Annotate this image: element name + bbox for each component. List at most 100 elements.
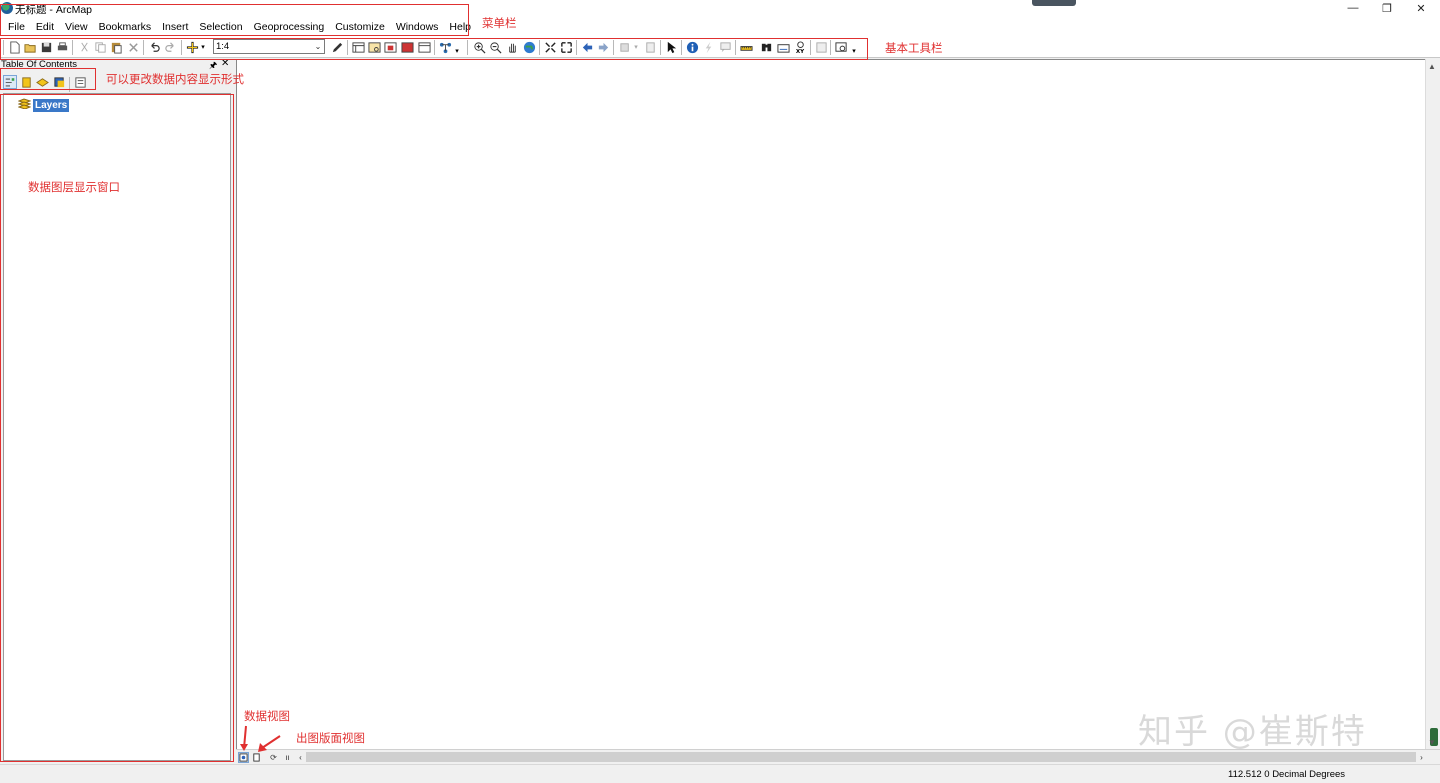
go-to-xy-icon[interactable]: XY bbox=[793, 40, 807, 54]
status-bar: 112.512 0 Decimal Degrees bbox=[0, 764, 1440, 783]
toolbar-separator bbox=[72, 40, 73, 55]
toc-close-icon[interactable]: ✕ bbox=[221, 58, 229, 69]
html-popup-icon[interactable] bbox=[718, 40, 732, 54]
menu-windows[interactable]: Windows bbox=[391, 17, 444, 37]
menu-view[interactable]: View bbox=[60, 17, 93, 37]
menu-edit[interactable]: Edit bbox=[31, 17, 59, 37]
arctoolbox-tools-icon[interactable] bbox=[438, 40, 452, 54]
chevron-down-icon[interactable]: ⌄ bbox=[313, 41, 323, 52]
undo-icon[interactable] bbox=[147, 40, 161, 54]
toolbar-separator bbox=[434, 40, 435, 55]
toolbar-separator bbox=[735, 40, 736, 55]
fixed-zoom-in-icon[interactable] bbox=[543, 40, 557, 54]
select-by-rectangle-icon[interactable] bbox=[618, 40, 632, 54]
toolbar-separator bbox=[143, 40, 144, 55]
add-data-dropdown-icon[interactable]: ▾ bbox=[199, 40, 207, 54]
search-window-icon[interactable] bbox=[367, 40, 381, 54]
menu-selection[interactable]: Selection bbox=[194, 17, 247, 37]
toolbar-separator bbox=[181, 40, 182, 55]
layers-icon bbox=[17, 98, 32, 112]
toolbar-separator bbox=[613, 40, 614, 55]
toolbar-separator bbox=[576, 40, 577, 55]
watermark: 知乎 @崔斯特 bbox=[1138, 712, 1367, 752]
close-button[interactable]: ✕ bbox=[1404, 0, 1438, 16]
forward-extent-icon[interactable] bbox=[596, 40, 610, 54]
scroll-up-icon[interactable]: ▲ bbox=[1428, 62, 1436, 71]
scroll-down-icon[interactable]: ▼ bbox=[1428, 738, 1436, 747]
delete-icon[interactable] bbox=[126, 40, 140, 54]
find-route-icon[interactable] bbox=[776, 40, 790, 54]
find-icon[interactable] bbox=[759, 40, 773, 54]
full-extent-icon[interactable] bbox=[522, 40, 536, 54]
cut-icon[interactable] bbox=[77, 40, 91, 54]
arcmap-app-icon bbox=[1, 2, 13, 14]
menu-customize[interactable]: Customize bbox=[330, 17, 390, 37]
create-viewer-icon[interactable] bbox=[834, 40, 848, 54]
menu-bookmarks[interactable]: Bookmarks bbox=[94, 17, 157, 37]
toolbar-options-icon[interactable]: ▾ bbox=[453, 44, 461, 58]
toc-toolbar-separator bbox=[69, 77, 70, 92]
redo-icon[interactable] bbox=[163, 40, 177, 54]
layers-data-frame[interactable]: Layers bbox=[17, 98, 70, 112]
arctoolbox-icon[interactable] bbox=[383, 40, 397, 54]
window-title: 无标题 - ArcMap bbox=[15, 4, 93, 16]
map-scale-combobox[interactable]: 1:4 ⌄ bbox=[213, 39, 325, 54]
toc-panel-annotation-label: 数据图层显示窗口 bbox=[28, 180, 120, 194]
menubar-annotation-label: 菜单栏 bbox=[482, 16, 517, 30]
back-extent-icon[interactable] bbox=[580, 40, 594, 54]
identify-icon[interactable] bbox=[685, 40, 699, 54]
editor-icon[interactable] bbox=[330, 40, 344, 54]
add-data-icon[interactable] bbox=[185, 40, 199, 54]
horizontal-scrollbar[interactable] bbox=[306, 752, 1416, 762]
vertical-scrollbar[interactable] bbox=[1425, 59, 1440, 749]
menu-help[interactable]: Help bbox=[444, 17, 476, 37]
toolbar-separator bbox=[660, 40, 661, 55]
toolbar-separator bbox=[830, 40, 831, 55]
toc-header: Table Of Contents 🖈 ✕ bbox=[0, 58, 234, 72]
data-view-annotation-label: 数据视图 bbox=[244, 709, 290, 723]
paste-icon[interactable] bbox=[109, 40, 123, 54]
menu-file[interactable]: File bbox=[3, 17, 30, 37]
clear-selection-icon[interactable] bbox=[643, 40, 657, 54]
list-by-source-icon[interactable] bbox=[19, 75, 33, 89]
map-display-area[interactable] bbox=[236, 59, 1425, 749]
select-elements-icon[interactable] bbox=[664, 40, 678, 54]
time-slider-icon[interactable] bbox=[814, 40, 828, 54]
toc-title: Table Of Contents bbox=[1, 59, 78, 70]
save-icon[interactable] bbox=[39, 40, 53, 54]
list-by-selection-icon[interactable] bbox=[52, 75, 66, 89]
pan-icon[interactable] bbox=[505, 40, 519, 54]
measure-icon[interactable] bbox=[739, 40, 753, 54]
standard-toolbar: ▾ 1:4 ⌄ ▾ ▾ XY ▾ bbox=[0, 37, 1440, 58]
fixed-zoom-out-icon[interactable] bbox=[559, 40, 573, 54]
scroll-right-icon[interactable]: › bbox=[1416, 752, 1427, 763]
toolbar-grip bbox=[3, 40, 4, 55]
menu-insert[interactable]: Insert bbox=[157, 17, 193, 37]
toolbar-annotation-label: 基本工具栏 bbox=[885, 41, 943, 55]
list-by-drawing-order-icon[interactable] bbox=[3, 75, 17, 89]
python-icon[interactable] bbox=[400, 40, 414, 54]
menu-bar: File Edit View Bookmarks Insert Selectio… bbox=[0, 17, 1440, 37]
open-folder-icon[interactable] bbox=[23, 40, 37, 54]
catalog-icon[interactable] bbox=[351, 40, 365, 54]
hyperlink-icon[interactable] bbox=[701, 40, 715, 54]
scroll-left-icon[interactable]: ‹ bbox=[295, 752, 306, 763]
print-icon[interactable] bbox=[55, 40, 69, 54]
zoom-in-icon[interactable] bbox=[472, 40, 486, 54]
restore-button[interactable]: ❐ bbox=[1370, 0, 1404, 16]
list-by-visibility-icon[interactable] bbox=[35, 75, 49, 89]
svg-text:XY: XY bbox=[795, 49, 804, 54]
select-dropdown-icon[interactable]: ▾ bbox=[632, 40, 640, 54]
model-builder-icon[interactable] bbox=[417, 40, 431, 54]
menu-geoprocessing[interactable]: Geoprocessing bbox=[249, 17, 330, 37]
copy-icon[interactable] bbox=[93, 40, 107, 54]
new-document-icon[interactable] bbox=[7, 40, 21, 54]
minimize-button[interactable]: — bbox=[1336, 0, 1370, 16]
toolbar-separator bbox=[467, 40, 468, 55]
toolbar-separator bbox=[539, 40, 540, 55]
layers-label[interactable]: Layers bbox=[33, 98, 70, 112]
toolbar-separator bbox=[347, 40, 348, 55]
options-icon[interactable] bbox=[73, 75, 87, 89]
toolbar-options-icon[interactable]: ▾ bbox=[850, 44, 858, 58]
zoom-out-icon[interactable] bbox=[488, 40, 502, 54]
